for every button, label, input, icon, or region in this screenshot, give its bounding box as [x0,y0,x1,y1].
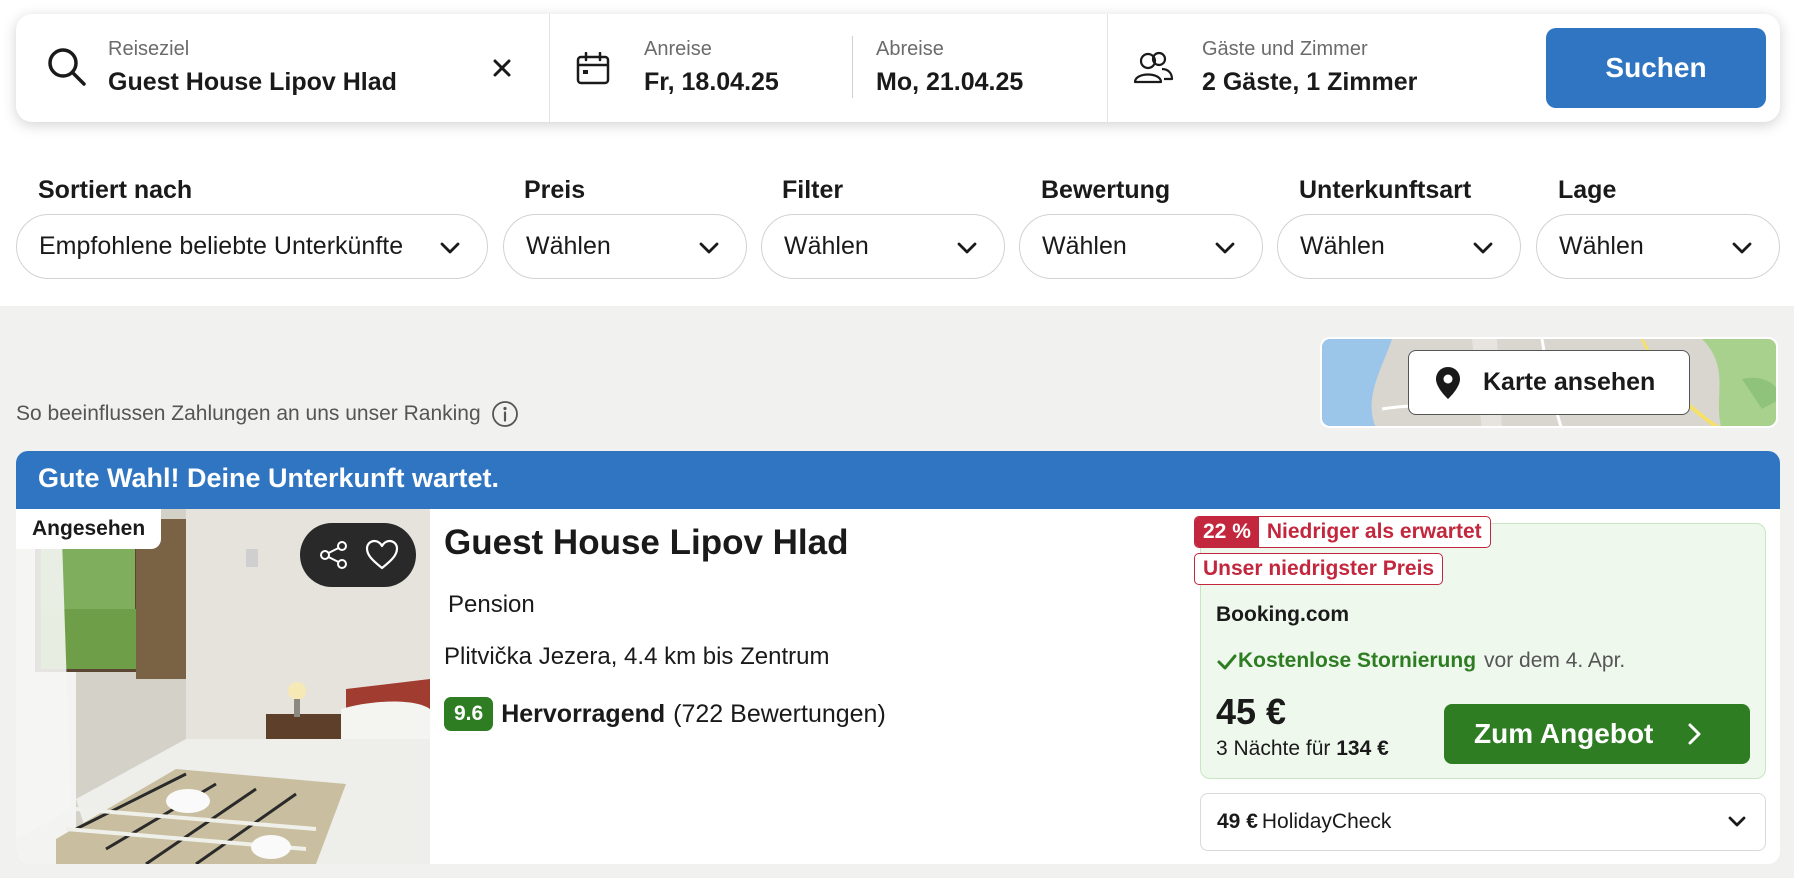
chevron-down-icon [1732,242,1752,254]
info-icon[interactable] [491,400,519,428]
rating-row[interactable]: 9.6 Hervorragend (722 Bewertungen) [444,697,886,731]
filter-label-location: Lage [1558,176,1617,204]
accommodation-select-value: Wählen [1300,232,1385,260]
chevron-down-icon [1728,816,1746,827]
card-banner-text: Gute Wahl! Deine Unterkunft wartet. [38,463,500,493]
guests-label: Gäste und Zimmer [1202,38,1368,60]
rating-select[interactable]: Wählen [1019,214,1263,279]
free-cancellation: Kostenlose Stornierung vor dem 4. Apr. [1238,649,1625,673]
checkin-label: Anreise [644,38,712,60]
view-offer-label: Zum Angebot [1474,718,1654,749]
rating-count: (722 Bewertungen) [673,699,886,728]
guests-field[interactable]: Gäste und Zimmer 2 Gäste, 1 Zimmer [1108,14,1528,122]
ranking-note[interactable]: So beeinflussen Zahlungen an uns unser R… [16,400,519,428]
checkin-value: Fr, 18.04.25 [644,68,779,96]
chevron-down-icon [1215,242,1235,254]
show-map-button[interactable]: Karte ansehen [1408,350,1690,415]
checkout-value: Mo, 21.04.25 [876,68,1024,96]
destination-value: Guest House Lipov Hlad [108,68,397,96]
check-icon [1217,654,1237,670]
search-bar: Reiseziel Guest House Lipov Hlad Anreise… [16,14,1780,122]
card-banner: Gute Wahl! Deine Unterkunft wartet. [16,451,1780,509]
filter-label-accommodation: Unterkunftsart [1299,176,1472,204]
filter-label-rating: Bewertung [1041,176,1171,204]
guests-icon [1133,51,1174,84]
filter-select-value: Wählen [784,232,869,260]
chevron-down-icon [440,242,460,254]
chevron-down-icon [957,242,977,254]
lowest-price-tag: Unser niedrigster Preis [1194,553,1444,585]
discount-text: Niedriger als erwartet [1266,520,1482,543]
heart-icon[interactable] [364,537,400,573]
alternative-offer[interactable]: 49 € HolidayCheck [1200,793,1766,851]
result-card[interactable]: Gute Wahl! Deine Unterkunft wartet. Ange… [16,451,1780,864]
sort-select[interactable]: Empfohlene beliebte Unterkünfte [16,214,488,279]
free-cancellation-label: Kostenlose Stornierung [1238,649,1477,672]
destination-label: Reiseziel [108,38,190,60]
calendar-icon [576,52,610,85]
guests-value: 2 Gäste, 1 Zimmer [1202,68,1418,96]
price-total-row: 3 Nächte für 134 € [1216,737,1389,761]
sort-select-value: Empfohlene beliebte Unterkünfte [39,232,404,260]
seen-badge: Angesehen [16,509,162,549]
provider-name: Booking.com [1216,603,1350,626]
chevron-down-icon [699,242,719,254]
price-total-prefix: 3 Nächte für [1216,737,1331,760]
alternative-offer-provider: HolidayCheck [1261,810,1392,833]
discount-tag: 22 % Niedriger als erwartet [1194,516,1491,548]
price-select-value: Wählen [526,232,611,260]
destination-field[interactable]: Reiseziel Guest House Lipov Hlad [16,14,548,122]
filter-label-price: Preis [524,176,586,204]
free-cancellation-deadline: vor dem 4. Apr. [1484,649,1626,672]
filter-label-filter: Filter [782,176,844,204]
discount-percent: 22 % [1195,517,1259,547]
clear-icon[interactable] [492,58,512,78]
price-total: 134 € [1336,737,1389,760]
checkin-field[interactable]: Anreise Fr, 18.04.25 [550,14,810,122]
checkout-label: Abreise [876,38,944,60]
price-select[interactable]: Wählen [503,214,747,279]
view-offer-button[interactable]: Zum Angebot [1444,704,1750,764]
chevron-right-icon [1688,723,1701,745]
hotel-location: Plitvička Jezera, 4.4 km bis Zentrum [444,643,830,670]
alternative-offer-price: 49 € [1217,810,1258,833]
filter-label-sort: Sortiert nach [38,176,193,204]
divider [852,36,853,98]
ranking-note-text: So beeinflussen Zahlungen an uns unser R… [16,402,481,425]
checkout-field[interactable]: Abreise Mo, 21.04.25 [854,14,1122,122]
accommodation-select[interactable]: Wählen [1277,214,1521,279]
location-select-value: Wählen [1559,232,1644,260]
rating-text: Hervorragend [501,699,666,728]
rating-select-value: Wählen [1042,232,1127,260]
hotel-name[interactable]: Guest House Lipov Hlad [444,523,849,563]
search-button[interactable]: Suchen [1546,28,1766,108]
photo-actions [300,523,416,587]
filter-select[interactable]: Wählen [761,214,1005,279]
show-map-label: Karte ansehen [1483,368,1656,396]
chevron-down-icon [1473,242,1493,254]
share-icon[interactable] [316,537,352,573]
location-pin-icon [1436,366,1460,399]
hotel-type: Pension [448,591,535,618]
price-per-night: 45 € [1216,691,1287,732]
rating-score: 9.6 [444,697,494,731]
location-select[interactable]: Wählen [1536,214,1780,279]
search-icon [48,48,86,86]
